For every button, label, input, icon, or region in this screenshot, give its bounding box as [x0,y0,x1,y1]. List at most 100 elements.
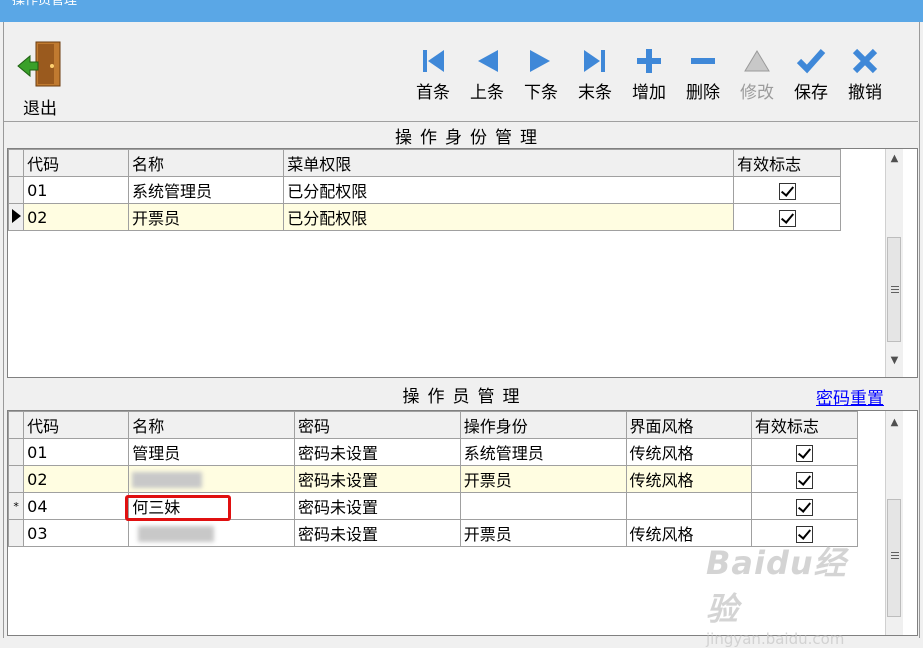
cell-role[interactable] [459,492,627,520]
baidu-watermark: Baidu经验 jingyan.baidu.com [706,538,876,648]
first-record-button[interactable]: 首条 [408,46,458,103]
delete-label: 删除 [686,83,720,103]
prev-record-button[interactable]: 上条 [462,46,512,103]
last-record-label: 末条 [578,83,612,103]
row-indicator[interactable] [8,465,25,493]
last-icon [584,50,605,72]
operators-header-row: 代码 名称 密码 操作身份 界面风格 有效标志 [8,411,859,439]
cell-name[interactable]: 系统管理员 [127,176,285,204]
cell-name[interactable]: 管理员 [128,438,296,466]
col-header-name[interactable]: 名称 [127,149,285,177]
current-row-indicator[interactable] [8,203,25,231]
row-indicator-header [8,149,25,177]
col-header-valid[interactable]: 有效标志 [750,411,859,439]
cell-password[interactable]: 密码未设置 [294,438,461,466]
valid-checkbox[interactable] [778,209,796,227]
col-header-password[interactable]: 密码 [294,411,461,439]
delete-button[interactable]: 删除 [678,46,728,103]
operators-scrollbar[interactable]: ▲ [885,411,903,635]
cell-code[interactable]: 01 [23,438,130,466]
cell-permission[interactable]: 已分配权限 [283,203,735,231]
table-row[interactable]: 02 开票员 已分配权限 [8,203,841,231]
x-icon [852,48,878,74]
col-header-valid[interactable]: 有效标志 [733,149,841,177]
prev-record-label: 上条 [470,83,504,103]
current-row-arrow-icon [11,208,21,223]
row-indicator[interactable] [8,176,25,204]
next-icon [530,50,550,72]
next-record-label: 下条 [524,83,558,103]
cell-code[interactable]: 02 [23,465,130,493]
valid-checkbox[interactable] [795,444,813,462]
cell-valid[interactable] [750,492,859,520]
cell-name[interactable] [128,465,296,493]
cell-role[interactable]: 开票员 [459,465,627,493]
undo-button[interactable]: 撤销 [840,46,890,103]
save-button[interactable]: 保存 [786,46,836,103]
row-indicator[interactable] [8,438,25,466]
valid-checkbox[interactable] [795,498,813,516]
valid-checkbox[interactable] [795,471,813,489]
cell-code[interactable]: 03 [23,519,130,547]
col-header-name[interactable]: 名称 [128,411,296,439]
cell-valid[interactable] [750,438,859,466]
cell-ui-style[interactable]: 传统风格 [625,438,752,466]
cell-password[interactable]: 密码未设置 [294,519,461,547]
watermark-brand: Baidu经验 [706,544,847,628]
triangle-icon [744,50,770,72]
check-icon [796,49,826,74]
col-header-menu-permission[interactable]: 菜单权限 [283,149,735,177]
col-header-code[interactable]: 代码 [23,411,130,439]
cell-code[interactable]: 04 [23,492,130,520]
cell-password[interactable]: 密码未设置 [294,492,461,520]
add-button[interactable]: 增加 [624,46,674,103]
scroll-thumb[interactable] [887,237,901,342]
roles-grid[interactable]: 代码 名称 菜单权限 有效标志 01 系统管理员 已分配权限 02 开票员 已分… [7,148,918,378]
col-header-role[interactable]: 操作身份 [459,411,627,439]
add-label: 增加 [632,83,666,103]
divider [4,121,918,122]
scroll-up-icon[interactable]: ▲ [886,153,903,169]
roles-scrollbar[interactable]: ▲ ▼ [885,149,903,377]
valid-checkbox[interactable] [778,182,796,200]
last-record-button[interactable]: 末条 [570,46,620,103]
watermark-url: jingyan.baidu.com [706,630,845,648]
exit-button[interactable]: 退出 [16,40,64,119]
operators-section-title: 操作员管理 [402,387,528,407]
prev-icon [478,50,498,72]
cell-code[interactable]: 01 [23,176,129,204]
undo-label: 撤销 [848,83,882,103]
cell-role[interactable]: 开票员 [459,519,627,547]
cell-code[interactable]: 02 [23,203,129,231]
row-indicator-header [8,411,25,439]
redacted-name [138,526,215,542]
col-header-ui-style[interactable]: 界面风格 [625,411,752,439]
new-row-indicator[interactable]: * [8,492,25,520]
cell-valid[interactable] [733,176,841,204]
col-header-code[interactable]: 代码 [23,149,129,177]
first-record-label: 首条 [416,83,450,103]
cell-password[interactable]: 密码未设置 [294,465,461,493]
cell-name[interactable] [128,519,296,547]
scroll-up-icon[interactable]: ▲ [886,417,903,433]
scroll-down-icon[interactable]: ▼ [886,355,903,371]
exit-label: 退出 [23,99,57,119]
table-row[interactable]: 01 管理员 密码未设置 系统管理员 传统风格 [8,438,859,466]
cell-permission[interactable]: 已分配权限 [283,176,735,204]
redacted-name [132,472,203,488]
table-row[interactable]: 02 密码未设置 开票员 传统风格 [8,465,859,493]
cell-valid[interactable] [750,465,859,493]
edit-button[interactable]: 修改 [732,46,782,103]
highlight-annotation [125,495,231,521]
table-row[interactable]: 01 系统管理员 已分配权限 [8,176,841,204]
next-record-button[interactable]: 下条 [516,46,566,103]
cell-valid[interactable] [733,203,841,231]
row-indicator[interactable] [8,519,25,547]
scroll-thumb[interactable] [887,499,901,617]
window-titlebar: 操作员管理 [0,0,923,22]
cell-role[interactable]: 系统管理员 [459,438,627,466]
password-reset-link[interactable]: 密码重置 [816,384,884,409]
cell-ui-style[interactable]: 传统风格 [625,465,752,493]
cell-ui-style[interactable] [625,492,752,520]
cell-name[interactable]: 开票员 [127,203,285,231]
